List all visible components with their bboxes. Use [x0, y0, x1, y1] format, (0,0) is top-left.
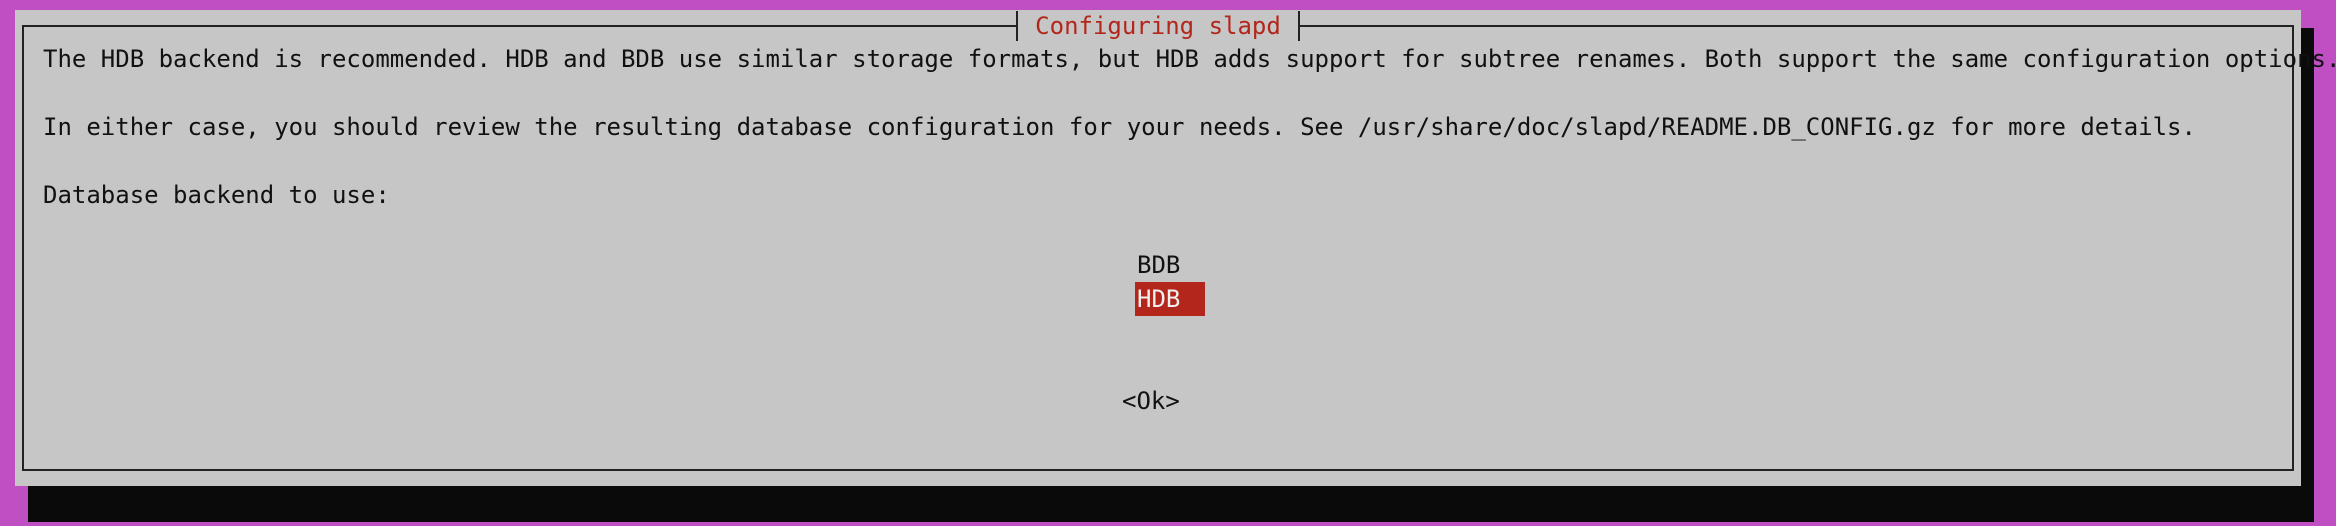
dialog-title-box: Configuring slapd: [1016, 11, 1300, 41]
title-right-bar: [1297, 11, 1300, 41]
terminal-screen: { "dialog": { "title": "Configuring slap…: [0, 0, 2336, 526]
dialog-message-line-2: In either case, you should review the re…: [43, 113, 2196, 141]
option-bdb[interactable]: BDB: [1135, 248, 1205, 282]
dialog-prompt: Database backend to use:: [43, 181, 390, 209]
dialog-title-wrap: Configuring slapd: [15, 10, 2301, 41]
option-hdb[interactable]: HDB: [1135, 282, 1205, 316]
configuration-dialog: Configuring slapd The HDB backend is rec…: [15, 10, 2336, 486]
backend-option-list: BDB HDB: [1135, 248, 1205, 316]
ok-button[interactable]: <Ok>: [1122, 386, 1180, 416]
dialog-title: Configuring slapd: [1035, 12, 1281, 40]
dialog-message-line-1: The HDB backend is recommended. HDB and …: [43, 45, 2336, 73]
